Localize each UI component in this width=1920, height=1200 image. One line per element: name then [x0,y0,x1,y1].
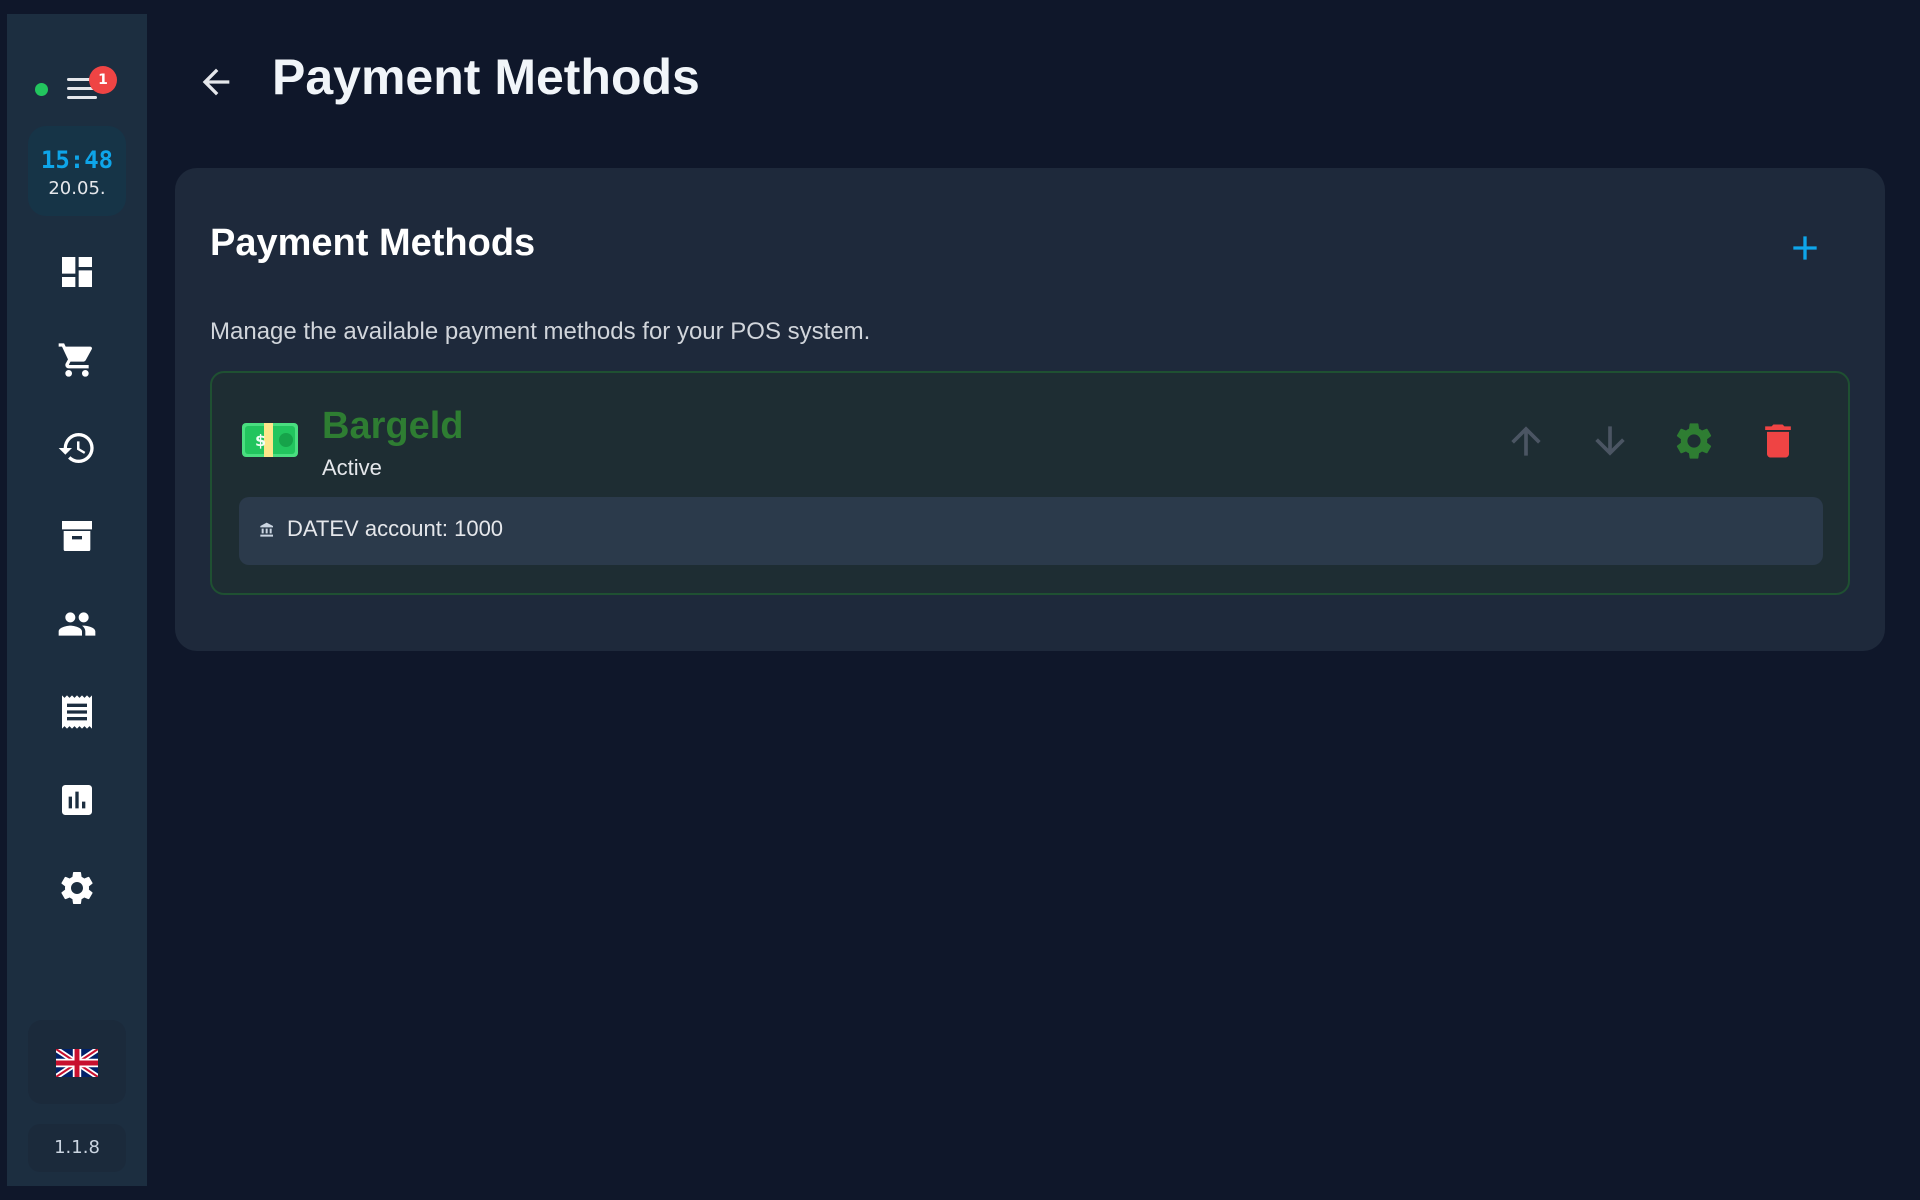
app-version: 1.1.8 [28,1124,126,1172]
people-icon [58,612,96,636]
payment-method-detail: DATEV account: 1000 [239,497,1823,565]
datev-account-text: DATEV account: 1000 [287,516,504,541]
history-icon [58,433,94,463]
arrow-up-icon [1511,426,1541,456]
bar-chart-icon [62,785,92,815]
move-up-button[interactable] [1504,419,1548,463]
arrow-down-icon [1595,426,1625,456]
payment-method-status: Active [322,455,382,480]
cart-icon [58,343,93,377]
delete-button[interactable] [1756,419,1800,463]
bank-icon [260,522,273,537]
nav-dashboard[interactable] [57,252,97,292]
add-payment-method-button[interactable] [1785,228,1825,268]
nav-customers[interactable] [57,604,97,644]
money-bill-icon: $ [242,423,298,457]
nav-archive[interactable] [57,516,97,556]
gear-icon [61,872,93,904]
sidebar: 1 15:48 20.05. 1.1.8 [7,14,147,1186]
sidebar-top: 1 [7,58,147,102]
hamburger-icon-bar [67,96,97,99]
archive-icon [62,521,92,551]
move-down-button[interactable] [1588,419,1632,463]
clock-date: 20.05. [48,178,106,199]
nav-history[interactable] [57,428,97,468]
clock-time: 15:48 [40,146,114,174]
configure-button[interactable] [1672,419,1716,463]
payment-method-item: $ Bargeld Active DATEV account: 1000 [210,371,1850,595]
gear-icon [1676,423,1712,459]
plus-icon [1793,236,1817,260]
dashboard-icon [62,257,92,287]
online-status-dot [35,83,48,96]
trash-icon [1765,424,1791,458]
nav-settings[interactable] [57,868,97,908]
receipt-icon [62,695,92,729]
card-title: Payment Methods [210,222,536,264]
language-selector[interactable] [28,1020,126,1104]
back-button[interactable] [196,62,236,106]
payment-methods-card: Payment Methods Manage the available pay… [175,168,1885,651]
page-title: Payment Methods [272,49,700,105]
menu-button[interactable]: 1 [65,66,117,106]
clock-widget: 15:48 20.05. [28,126,126,216]
nav-reports[interactable] [57,780,97,820]
card-description: Manage the available payment methods for… [210,318,871,345]
payment-method-name: Bargeld [322,405,464,447]
notification-badge: 1 [89,66,117,94]
nav-receipts[interactable] [57,692,97,732]
svg-text:$: $ [255,431,266,450]
uk-flag-icon [56,1049,98,1077]
arrow-left-icon [202,68,230,96]
nav-cart[interactable] [57,340,97,380]
